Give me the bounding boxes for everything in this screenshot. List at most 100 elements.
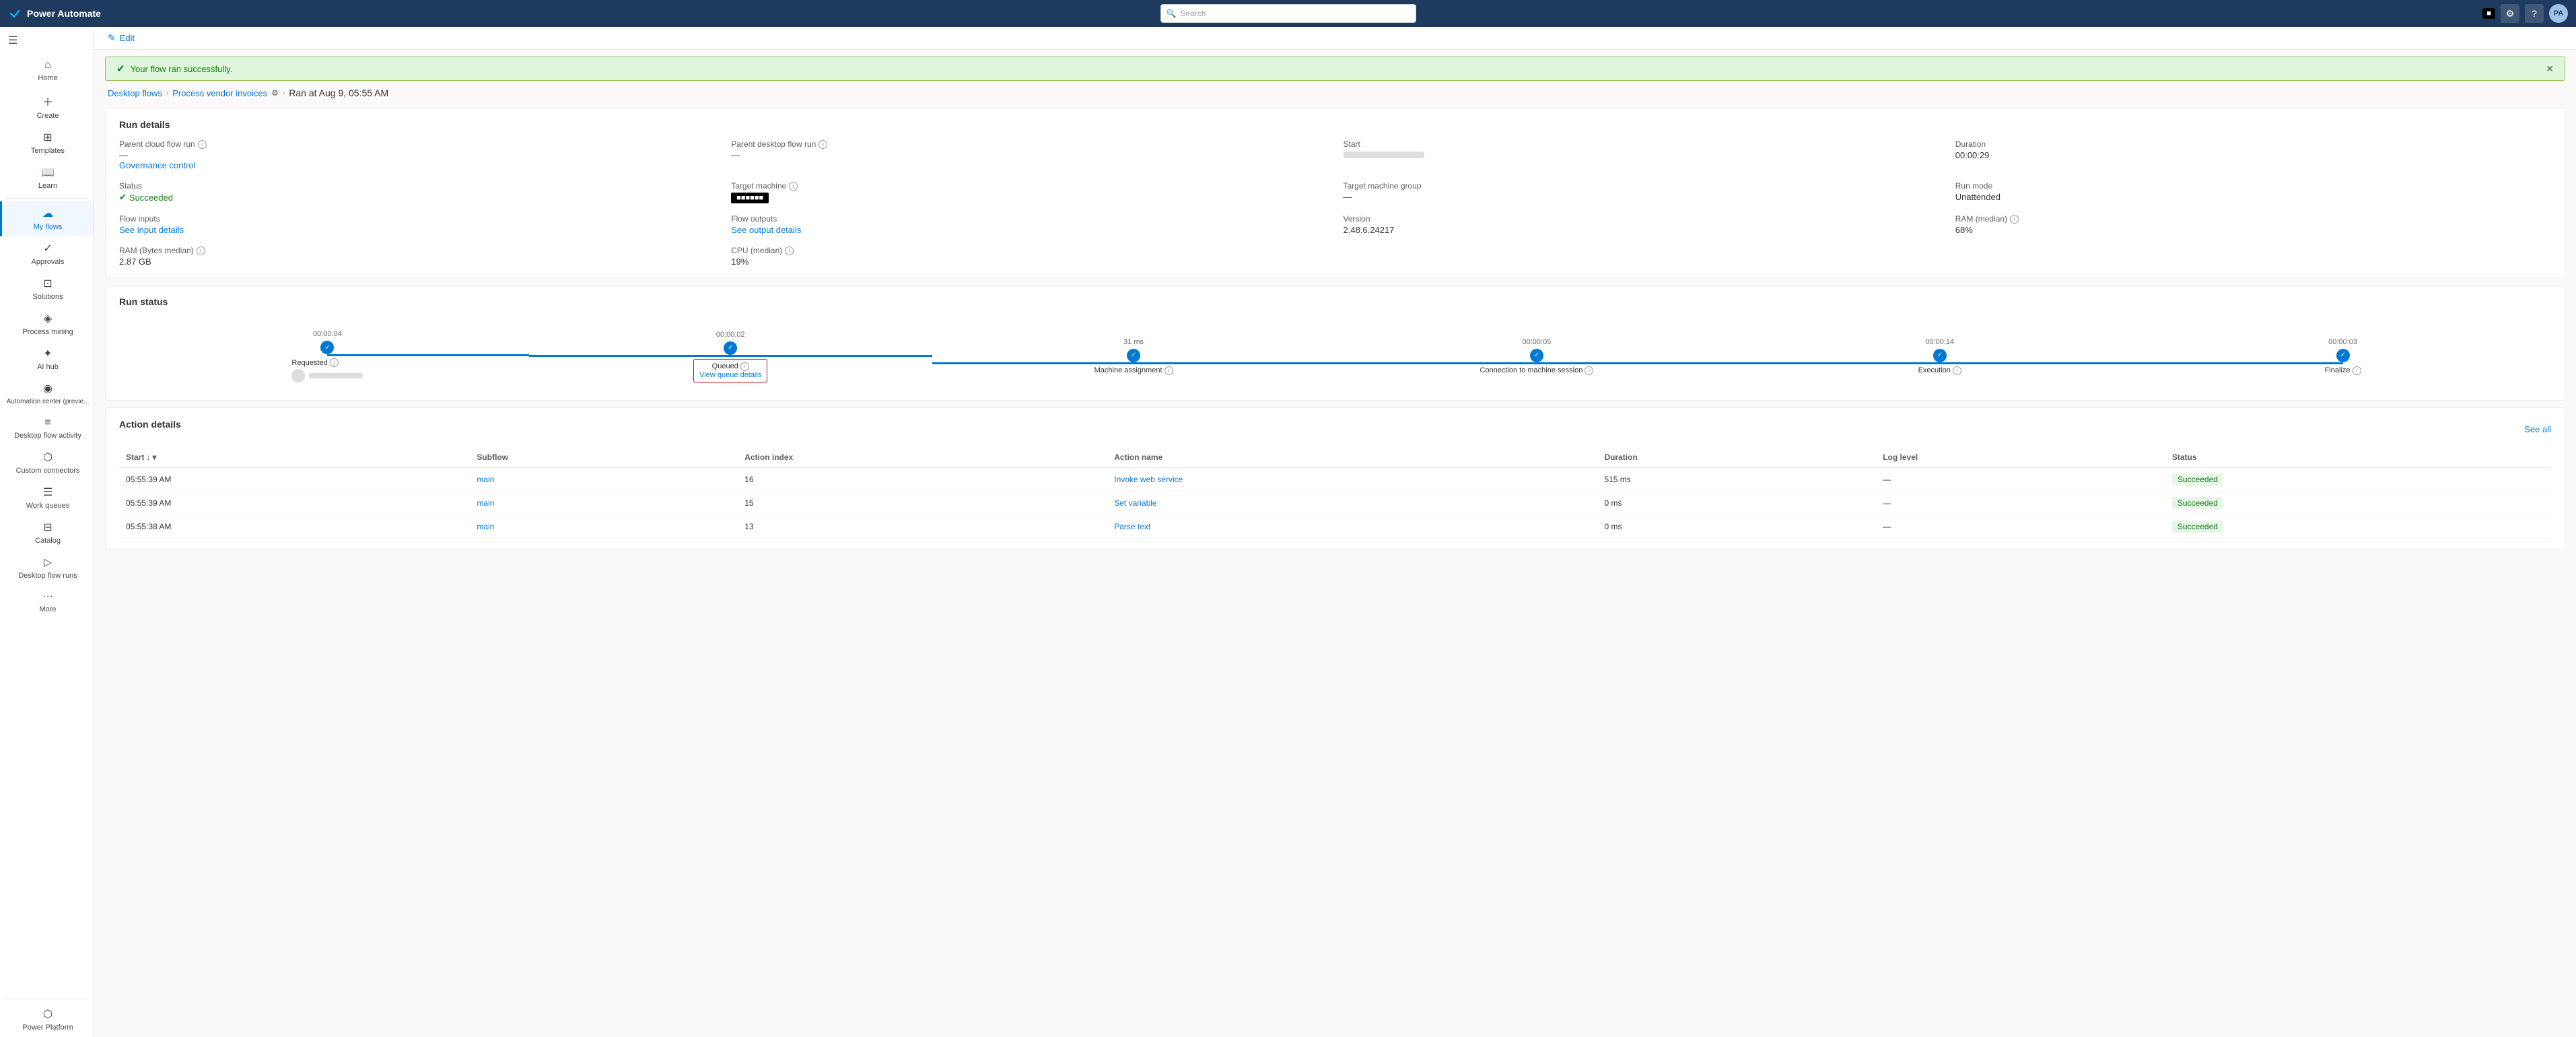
app-title: Power Automate: [27, 8, 101, 19]
info-icon-parent-cloud[interactable]: i: [198, 140, 207, 149]
flow-settings-icon: ⚙: [271, 88, 279, 98]
info-icon-machine-assignment[interactable]: i: [1164, 366, 1173, 375]
detail-version: Version 2.48.6.24217: [1344, 214, 1939, 235]
detail-target-machine-group: Target machine group —: [1344, 181, 1939, 203]
info-icon-connection[interactable]: i: [1585, 366, 1593, 375]
ai-hub-icon: ✦: [43, 347, 52, 360]
info-icon-requested[interactable]: i: [330, 358, 339, 367]
breadcrumb-desktop-flows[interactable]: Desktop flows: [108, 88, 162, 98]
info-icon-ram-bytes[interactable]: i: [197, 246, 205, 255]
create-icon: ＋: [42, 93, 53, 109]
sidebar-item-templates[interactable]: ⊞ Templates: [0, 125, 94, 160]
cell-log-level-1: —: [1876, 492, 2165, 515]
filter-icon-start[interactable]: ▾: [152, 453, 156, 462]
topbar-help-icon[interactable]: ?: [2525, 4, 2544, 23]
timeline: 00:00:04 ✓ Requested i: [126, 330, 2544, 382]
user-avatar[interactable]: PA: [2549, 4, 2568, 23]
sidebar-item-approvals[interactable]: ✓ Approvals: [0, 236, 94, 271]
info-icon-finalize[interactable]: i: [2353, 366, 2361, 375]
sidebar-item-create[interactable]: ＋ Create: [0, 88, 94, 125]
breadcrumb-flow-name[interactable]: Process vendor invoices: [172, 88, 267, 98]
approvals-icon: ✓: [43, 242, 52, 255]
info-icon-parent-desktop[interactable]: i: [819, 140, 827, 149]
timeline-label-machine-assignment: Machine assignment i: [1094, 366, 1173, 375]
sidebar-label-desktop-flow-activity: Desktop flow activity: [14, 432, 81, 440]
sidebar-item-myflows[interactable]: ☁ My flows: [0, 201, 94, 236]
main-layout: ☰ ⌂ Home ＋ Create ⊞ Templates 📖 Learn ☁ …: [0, 27, 2576, 1037]
info-icon-queued[interactable]: i: [740, 362, 749, 371]
custom-connectors-icon: ⬡: [43, 450, 53, 464]
sidebar-toggle[interactable]: ☰: [0, 27, 94, 54]
sidebar-item-automation-center[interactable]: ◉ Automation center (previe...: [0, 376, 94, 411]
sidebar-item-power-platform[interactable]: ⬡ Power Platform: [0, 1002, 94, 1037]
info-icon-cpu-median[interactable]: i: [785, 246, 794, 255]
desktop-flow-activity-icon: ≡: [44, 417, 50, 429]
detail-value-flow-outputs[interactable]: See output details: [731, 225, 1327, 235]
governance-control-link[interactable]: Governance control: [119, 160, 715, 170]
timeline-dot-execution: ✓: [1933, 349, 1947, 362]
sidebar-item-more[interactable]: ··· More: [0, 585, 94, 619]
sidebar-item-process-mining[interactable]: ◈ Process mining: [0, 306, 94, 341]
col-action-index: Action index: [738, 447, 1107, 468]
col-status: Status: [2165, 447, 2551, 468]
sidebar: ☰ ⌂ Home ＋ Create ⊞ Templates 📖 Learn ☁ …: [0, 27, 94, 1037]
detail-value-status: ✔ Succeeded: [119, 192, 715, 203]
timeline-dot-finalize: ✓: [2336, 349, 2350, 362]
detail-status: Status ✔ Succeeded: [119, 181, 715, 203]
timeline-line-finalize: [2141, 362, 2342, 364]
topbar-settings-icon[interactable]: ⚙: [2501, 4, 2519, 23]
sidebar-item-learn[interactable]: 📖 Learn: [0, 160, 94, 195]
detail-value-flow-inputs[interactable]: See input details: [119, 225, 715, 235]
detail-label-target-machine: Target machine i: [731, 181, 1327, 191]
detail-value-ram-bytes: 2.87 GB: [119, 257, 715, 267]
detail-label-parent-desktop: Parent desktop flow run i: [731, 139, 1327, 149]
sort-icon-start[interactable]: ↓: [146, 453, 150, 462]
cell-duration-2: 0 ms: [1597, 515, 1876, 539]
sidebar-item-ai-hub[interactable]: ✦ AI hub: [0, 341, 94, 376]
timeline-stage-queued: 00:00:02 ✓ Queued i View queue: [529, 331, 932, 382]
run-status-section: Run status 00:00:04 ✓ Requested i: [105, 285, 2565, 401]
info-icon-target-machine[interactable]: i: [789, 182, 798, 191]
run-status-title: Run status: [119, 296, 2551, 307]
sidebar-item-solutions[interactable]: ⊡ Solutions: [0, 271, 94, 306]
detail-label-parent-cloud: Parent cloud flow run i: [119, 139, 715, 149]
logo-icon: [8, 7, 22, 20]
cell-subflow-2: main: [470, 515, 738, 539]
success-banner: ✔ Your flow ran successfully. ✕: [105, 57, 2565, 81]
detail-duration: Duration 00:00:29: [1955, 139, 2551, 170]
breadcrumb-sep-2: ›: [283, 90, 285, 97]
topbar: Power Automate 🔍 Search ■ ⚙ ? PA: [0, 0, 2576, 27]
timeline-container: 00:00:04 ✓ Requested i: [119, 316, 2551, 389]
cell-duration-1: 0 ms: [1597, 492, 1876, 515]
timeline-stage-connection-to-machine: 00:00:05 ✓ Connection to machine session…: [1335, 338, 1738, 375]
templates-icon: ⊞: [43, 131, 52, 144]
col-action-name: Action name: [1107, 447, 1597, 468]
sidebar-item-catalog[interactable]: ⊟ Catalog: [0, 515, 94, 550]
detail-flow-inputs: Flow inputs See input details: [119, 214, 715, 235]
banner-close-button[interactable]: ✕: [2546, 63, 2554, 75]
edit-bar[interactable]: ✎ Edit: [94, 27, 2576, 50]
search-box[interactable]: 🔍 Search: [1160, 4, 1416, 23]
sidebar-item-desktop-flow-runs[interactable]: ▷ Desktop flow runs: [0, 550, 94, 585]
timeline-line-requested: [327, 354, 528, 356]
sidebar-label-solutions: Solutions: [32, 293, 63, 301]
breadcrumb-current: Ran at Aug 9, 05:55 AM: [289, 88, 388, 98]
view-queue-details-link[interactable]: View queue details: [699, 371, 761, 379]
info-icon-execution[interactable]: i: [1953, 366, 1961, 375]
machine-badge: ■■■■■■: [731, 193, 769, 203]
detail-parent-cloud-flow: Parent cloud flow run i — Governance con…: [119, 139, 715, 170]
sidebar-item-home[interactable]: ⌂ Home: [0, 54, 94, 88]
sidebar-item-desktop-flow-activity[interactable]: ≡ Desktop flow activity: [0, 411, 94, 445]
detail-label-flow-inputs: Flow inputs: [119, 214, 715, 224]
sidebar-item-work-queues[interactable]: ☰ Work queues: [0, 480, 94, 515]
automation-center-icon: ◉: [43, 382, 53, 395]
cell-start-0: 05:55:39 AM: [119, 468, 470, 492]
table-row: 05:55:39 AM main 15 Set variable 0 ms — …: [119, 492, 2551, 515]
sidebar-item-custom-connectors[interactable]: ⬡ Custom connectors: [0, 445, 94, 480]
cell-duration-0: 515 ms: [1597, 468, 1876, 492]
detail-value-start: [1344, 150, 1939, 160]
queued-highlight-box: Queued i View queue details: [693, 359, 767, 382]
see-all-link[interactable]: See all: [2524, 424, 2551, 434]
info-icon-ram-median[interactable]: i: [2010, 215, 2019, 224]
timeline-label-requested: Requested i: [291, 358, 363, 382]
